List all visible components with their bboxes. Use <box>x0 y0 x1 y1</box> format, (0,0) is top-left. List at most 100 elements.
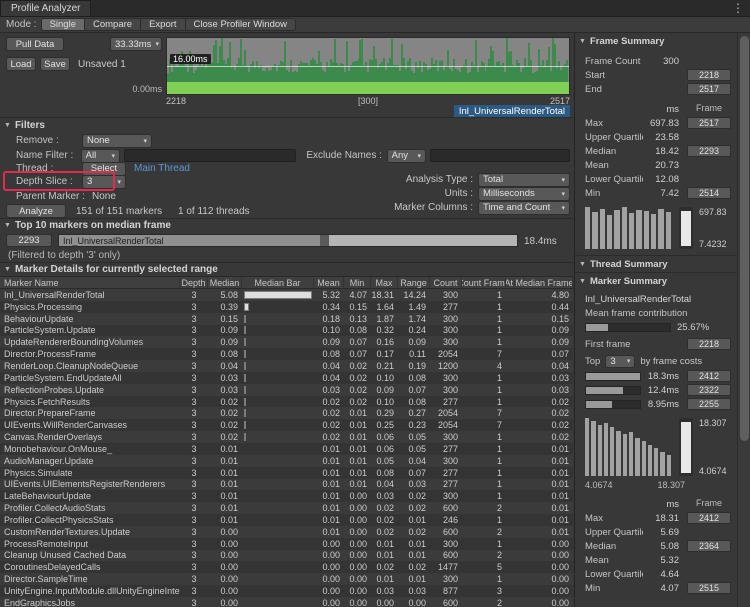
marker-summary-foldout[interactable]: ▼ Marker Summary <box>575 272 737 289</box>
table-row[interactable]: UIEvents.WillRenderCanvases30.020.020.01… <box>0 419 573 431</box>
table-row[interactable]: ProcessRemoteInput30.000.000.000.010.013… <box>0 538 573 550</box>
col-at-median-frame[interactable]: At Median Frame <box>506 277 573 288</box>
table-row[interactable]: Director.PrepareFrame30.020.020.010.290.… <box>0 407 573 419</box>
filters-foldout[interactable]: ▼ Filters <box>4 120 45 131</box>
cell-count-frame: 1 <box>462 372 506 384</box>
pull-data-button[interactable]: Pull Data <box>6 37 64 51</box>
frame-badge[interactable]: 2293 <box>687 145 731 157</box>
table-row[interactable]: Cleanup Unused Cached Data30.000.000.000… <box>0 550 573 562</box>
save-button[interactable]: Save <box>40 57 70 71</box>
top10-marker-segment[interactable] <box>328 235 329 246</box>
frame-badge[interactable]: 2515 <box>687 582 731 594</box>
col-depth[interactable]: Depth <box>180 277 208 288</box>
frame-badge[interactable]: 2412 <box>687 512 731 524</box>
table-row[interactable]: UnityEngine.InputModule.dllUnityEngineIn… <box>0 585 573 597</box>
top-suffix: by frame costs <box>640 356 702 367</box>
scrollbar-thumb[interactable] <box>740 36 749 441</box>
table-row[interactable]: RenderLoop.CleanupNodeQueue30.040.040.02… <box>0 360 573 372</box>
kebab-menu-icon[interactable]: ⋮ <box>732 1 744 15</box>
units-dropdown[interactable]: Milliseconds ▾ <box>478 187 570 201</box>
tab-profile-analyzer[interactable]: Profile Analyzer <box>0 0 91 16</box>
frame-badge[interactable]: 2517 <box>687 117 731 129</box>
table-row[interactable]: BehaviourUpdate30.150.180.131.871.743001… <box>0 313 573 325</box>
analysis-type-dropdown[interactable]: Total ▾ <box>478 173 570 187</box>
cell-count: 877 <box>430 585 462 597</box>
start-frame-badge[interactable]: 2218 <box>687 69 731 81</box>
frame-badge[interactable]: 2322 <box>687 384 731 396</box>
table-row[interactable]: Physics.Simulate30.010.010.010.080.07277… <box>0 467 573 479</box>
table-row[interactable]: Profiler.CollectPhysicsStats30.010.010.0… <box>0 514 573 526</box>
table-row[interactable]: Director.SampleTime30.000.000.000.010.01… <box>0 573 573 585</box>
exclude-names-input[interactable] <box>430 149 570 162</box>
load-button[interactable]: Load <box>6 57 36 71</box>
frame-summary-foldout[interactable]: ▼ Frame Summary <box>575 33 737 49</box>
table-row[interactable]: ParticleSystem.Update30.090.100.080.320.… <box>0 325 573 337</box>
exclude-names-dropdown[interactable]: Any ▾ <box>387 149 426 163</box>
top10-foldout[interactable]: ▼ Top 10 markers on median frame <box>4 220 171 231</box>
col-count[interactable]: Count <box>430 277 462 288</box>
table-row[interactable]: Director.ProcessFrame30.080.080.070.170.… <box>0 348 573 360</box>
table-row[interactable]: Inl_UniversalRenderTotal35.085.324.0718.… <box>0 289 573 301</box>
table-row[interactable]: Profiler.CollectAudioStats30.010.010.000… <box>0 502 573 514</box>
mode-compare-button[interactable]: Compare <box>84 18 141 31</box>
marker-columns-value: Time and Count <box>483 202 550 213</box>
cell-at-median: 0.00 <box>506 585 573 597</box>
cell-depth: 3 <box>180 325 208 337</box>
analyze-button[interactable]: Analyze <box>6 204 66 218</box>
col-range[interactable]: Range <box>398 277 430 288</box>
chevron-down-icon: ▾ <box>117 178 121 186</box>
table-row[interactable]: UpdateRendererBoundingVolumes30.090.090.… <box>0 336 573 348</box>
median-frame-badge[interactable]: 2293 <box>6 234 52 247</box>
histogram-bar <box>600 209 605 249</box>
col-marker-name[interactable]: Marker Name <box>0 277 180 288</box>
frame-badge[interactable]: 2412 <box>687 370 731 382</box>
table-row[interactable]: Monobehaviour.OnMouse_30.010.010.010.060… <box>0 443 573 455</box>
cell-median: 0.00 <box>208 538 242 550</box>
marker-details-foldout[interactable]: ▼ Marker Details for currently selected … <box>4 264 218 275</box>
col-max[interactable]: Max <box>371 277 398 288</box>
frame-badge[interactable]: 2514 <box>687 187 731 199</box>
marker-columns-dropdown[interactable]: Time and Count ▾ <box>478 201 570 215</box>
depth-slice-dropdown[interactable]: 3 ▾ <box>82 175 126 189</box>
cell-range: 0.23 <box>398 419 430 431</box>
table-row[interactable]: AudioManager.Update30.010.010.010.050.04… <box>0 455 573 467</box>
frame-time-graph[interactable]: 16.00ms <box>166 37 570 95</box>
table-row[interactable]: Canvas.RenderOverlays30.020.020.010.060.… <box>0 431 573 443</box>
mode-export-button[interactable]: Export <box>140 18 185 31</box>
table-row[interactable]: CoroutinesDelayedCalls30.000.000.000.020… <box>0 561 573 573</box>
col-min[interactable]: Min <box>344 277 371 288</box>
table-row[interactable]: ReflectionProbes.Update30.030.030.020.09… <box>0 384 573 396</box>
frame-badge[interactable]: 2364 <box>687 540 731 552</box>
table-row[interactable]: Physics.FetchResults30.020.020.020.100.0… <box>0 396 573 408</box>
thread-summary-foldout[interactable]: ▼ Thread Summary <box>575 255 737 272</box>
chevron-down-icon: ▾ <box>111 152 115 160</box>
mode-single-button[interactable]: Single <box>41 18 85 31</box>
top-frame-cost-row: 8.95ms2255 <box>585 398 731 410</box>
col-count-frame[interactable]: Count Frame <box>462 277 506 288</box>
table-row[interactable]: UIEvents.UIElementsRegisterRenderers30.0… <box>0 479 573 491</box>
end-frame-badge[interactable]: 2517 <box>687 83 731 95</box>
depth-slice-row: Depth Slice : 3 ▾ <box>16 174 126 189</box>
top10-main-segment[interactable]: Inl_UniversalRenderTotal <box>59 235 320 246</box>
ms-col-label: ms <box>643 104 679 115</box>
col-median-bar[interactable]: Median Bar <box>242 277 314 288</box>
cell-min: 0.00 <box>344 502 371 514</box>
col-median[interactable]: Median <box>208 277 242 288</box>
cell-count: 300 <box>430 289 462 301</box>
table-row[interactable]: ParticleSystem.EndUpdateAll30.030.040.02… <box>0 372 573 384</box>
frame-badge[interactable]: 2255 <box>687 398 731 410</box>
frame-col-label: Frame <box>687 103 731 115</box>
col-mean[interactable]: Mean <box>314 277 344 288</box>
table-row[interactable]: LateBehaviourUpdate30.010.010.000.030.02… <box>0 490 573 502</box>
cell-name: Physics.FetchResults <box>0 396 180 408</box>
remove-dropdown[interactable]: None ▾ <box>82 134 152 148</box>
table-row[interactable]: EndGraphicsJobs30.000.000.000.000.006002… <box>0 597 573 607</box>
frame-scale-dropdown[interactable]: 33.33ms ▾ <box>110 37 162 51</box>
vertical-scrollbar[interactable] <box>737 33 750 607</box>
table-row[interactable]: Physics.Processing30.390.340.151.641.492… <box>0 301 573 313</box>
cell-min: 0.01 <box>344 467 371 479</box>
top-n-dropdown[interactable]: 3 ▾ <box>605 355 635 368</box>
close-profiler-window-button[interactable]: Close Profiler Window <box>185 18 296 31</box>
first-frame-badge[interactable]: 2218 <box>687 338 731 350</box>
table-row[interactable]: CustomRenderTextures.Update30.000.010.00… <box>0 526 573 538</box>
